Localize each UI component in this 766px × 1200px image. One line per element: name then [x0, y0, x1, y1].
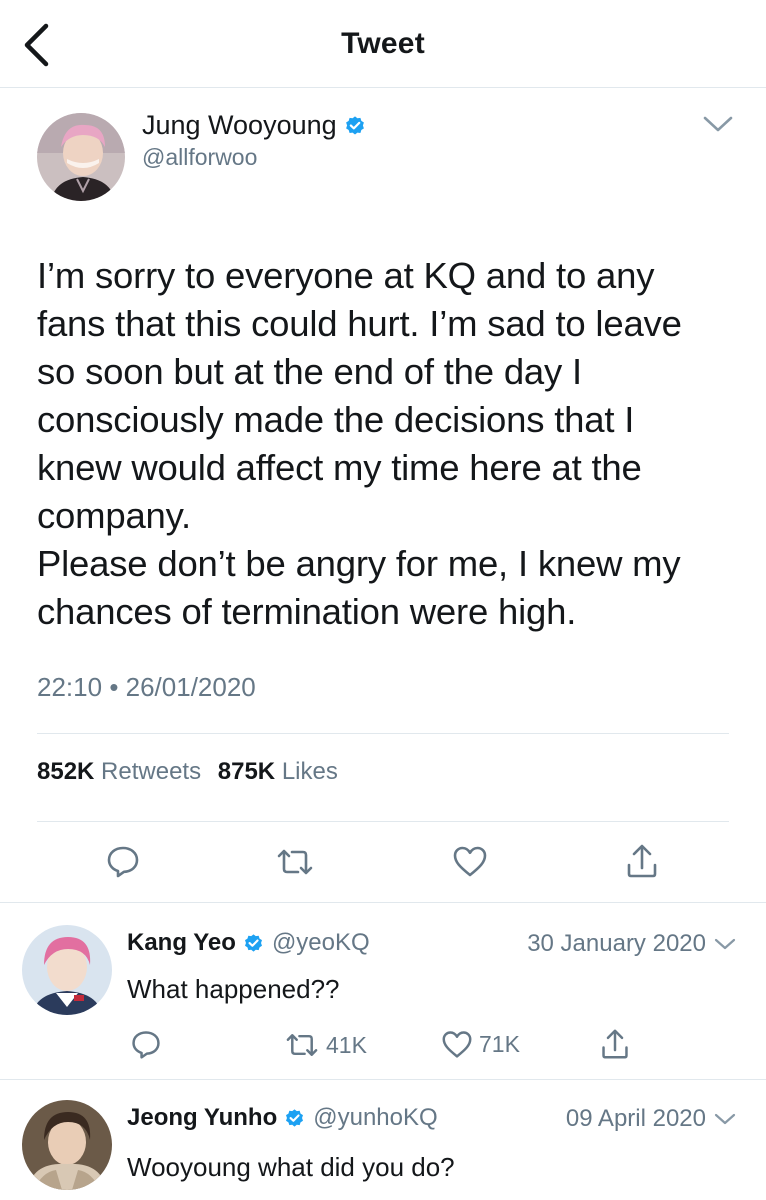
reply-avatar[interactable] — [22, 1100, 112, 1190]
retweet-icon — [277, 849, 313, 875]
reply-header: Kang Yeo @yeoKQ — [127, 929, 370, 957]
verified-badge-icon — [244, 933, 262, 952]
reply-button[interactable] — [105, 843, 141, 879]
reply-author-handle[interactable]: @yunhoKQ — [313, 1104, 437, 1132]
retweets-count[interactable]: 852K — [37, 758, 94, 785]
chevron-down-icon — [714, 938, 736, 950]
tweet-time: 22:10 — [37, 672, 103, 702]
retweet-count: 41K — [326, 1031, 367, 1058]
chevron-down-icon — [714, 1113, 736, 1125]
like-count: 71K — [479, 1030, 520, 1057]
reply-icon — [107, 846, 139, 878]
separator-dot: • — [109, 672, 126, 702]
more-options-button[interactable] — [714, 1112, 736, 1126]
author-name[interactable]: Jung Wooyoung — [142, 110, 337, 141]
share-icon — [627, 844, 657, 878]
retweets-label[interactable]: Retweets — [101, 758, 201, 785]
reply-header: Jeong Yunho @yunhoKQ — [127, 1104, 438, 1132]
reply-author-name[interactable]: Jeong Yunho — [127, 1104, 277, 1132]
author-avatar[interactable] — [37, 113, 125, 201]
divider — [37, 821, 729, 822]
tweet-text: I’m sorry to everyone at KQ and to any f… — [37, 255, 682, 632]
reply-tweet[interactable]: Kang Yeo @yeoKQ 30 January 2020 What hap… — [0, 903, 766, 1080]
verified-badge-icon — [286, 1108, 304, 1127]
top-bar: Tweet — [0, 0, 766, 88]
page-title: Tweet — [341, 27, 425, 60]
share-button[interactable] — [600, 1028, 630, 1060]
reply-button[interactable] — [130, 1028, 162, 1060]
like-button[interactable] — [452, 844, 488, 878]
tweet-stats: 852K Retweets 875K Likes — [37, 758, 348, 786]
like-icon — [453, 846, 487, 877]
more-options-button[interactable] — [714, 937, 736, 951]
share-button[interactable] — [625, 843, 659, 879]
reply-author-handle[interactable]: @yeoKQ — [272, 929, 370, 957]
more-options-button[interactable] — [702, 114, 734, 134]
reply-date[interactable]: 30 January 2020 — [527, 930, 706, 958]
like-icon — [442, 1031, 472, 1058]
tweet-timestamp: 22:10 • 26/01/2020 — [37, 672, 256, 703]
author-handle[interactable]: @allforwoo — [142, 144, 257, 171]
reply-avatar[interactable] — [22, 925, 112, 1015]
reply-author-name[interactable]: Kang Yeo — [127, 929, 236, 957]
tweet-date: 26/01/2020 — [125, 672, 256, 702]
retweet-button[interactable]: 41K — [284, 1030, 367, 1060]
reply-tweet[interactable]: Jeong Yunho @yunhoKQ 09 April 2020 Wooyo… — [0, 1080, 766, 1200]
reply-date[interactable]: 09 April 2020 — [566, 1105, 706, 1133]
likes-label[interactable]: Likes — [282, 758, 338, 785]
share-icon — [602, 1029, 628, 1059]
main-tweet: Jung Wooyoung @allforwoo I’m sorry to ev… — [0, 88, 766, 903]
like-button[interactable]: 71K — [441, 1029, 520, 1059]
reply-icon — [132, 1031, 160, 1059]
likes-count[interactable]: 875K — [218, 758, 275, 785]
reply-text: Wooyoung what did you do? — [127, 1152, 455, 1182]
retweet-icon — [286, 1034, 318, 1056]
author-name-row[interactable]: Jung Wooyoung — [142, 110, 366, 141]
reply-text: What happened?? — [127, 974, 340, 1004]
verified-badge-icon — [345, 115, 364, 135]
divider — [37, 733, 729, 734]
retweet-button[interactable] — [275, 845, 315, 879]
chevron-down-icon — [703, 116, 733, 132]
